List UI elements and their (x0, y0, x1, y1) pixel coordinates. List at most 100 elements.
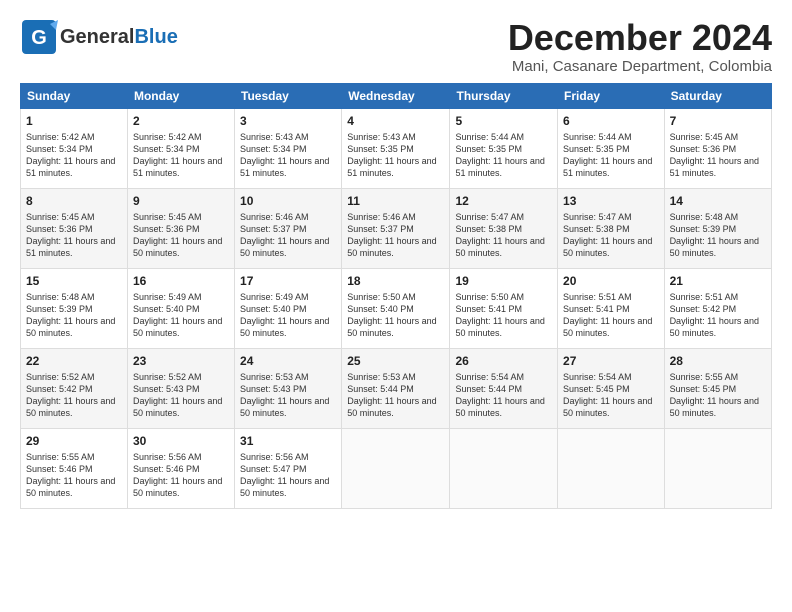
sunrise-label: Sunrise: 5:44 AM (563, 132, 632, 142)
sunset-label: Sunset: 5:39 PM (26, 304, 93, 314)
day-number: 19 (455, 273, 552, 289)
calendar-cell: 8 Sunrise: 5:45 AM Sunset: 5:36 PM Dayli… (21, 188, 128, 268)
calendar-week-row: 15 Sunrise: 5:48 AM Sunset: 5:39 PM Dayl… (21, 268, 772, 348)
daylight-label: Daylight: 11 hours and 51 minutes. (26, 236, 115, 258)
page: G General Blue December 2024 Mani, Casan… (0, 0, 792, 612)
day-number: 5 (455, 113, 552, 129)
daylight-label: Daylight: 11 hours and 50 minutes. (563, 396, 652, 418)
sunset-label: Sunset: 5:43 PM (240, 384, 307, 394)
daylight-label: Daylight: 11 hours and 50 minutes. (26, 476, 115, 498)
calendar-cell: 30 Sunrise: 5:56 AM Sunset: 5:46 PM Dayl… (127, 428, 234, 508)
calendar-subtitle: Mani, Casanare Department, Colombia (508, 58, 772, 75)
sunrise-label: Sunrise: 5:45 AM (670, 132, 739, 142)
sunset-label: Sunset: 5:34 PM (133, 144, 200, 154)
day-number: 29 (26, 433, 122, 449)
daylight-label: Daylight: 11 hours and 50 minutes. (133, 476, 222, 498)
sunset-label: Sunset: 5:38 PM (455, 224, 522, 234)
calendar-week-row: 1 Sunrise: 5:42 AM Sunset: 5:34 PM Dayli… (21, 108, 772, 188)
sunset-label: Sunset: 5:35 PM (347, 144, 414, 154)
day-number: 16 (133, 273, 229, 289)
sunrise-label: Sunrise: 5:52 AM (133, 372, 202, 382)
sunset-label: Sunset: 5:42 PM (670, 304, 737, 314)
calendar-cell: 4 Sunrise: 5:43 AM Sunset: 5:35 PM Dayli… (342, 108, 450, 188)
col-saturday: Saturday (664, 83, 771, 108)
calendar-cell: 27 Sunrise: 5:54 AM Sunset: 5:45 PM Dayl… (558, 348, 665, 428)
empty-cell (664, 428, 771, 508)
day-number: 2 (133, 113, 229, 129)
day-number: 6 (563, 113, 659, 129)
sunrise-label: Sunrise: 5:49 AM (240, 292, 309, 302)
calendar-cell: 6 Sunrise: 5:44 AM Sunset: 5:35 PM Dayli… (558, 108, 665, 188)
calendar-cell: 12 Sunrise: 5:47 AM Sunset: 5:38 PM Dayl… (450, 188, 558, 268)
calendar-cell: 10 Sunrise: 5:46 AM Sunset: 5:37 PM Dayl… (235, 188, 342, 268)
calendar-cell: 25 Sunrise: 5:53 AM Sunset: 5:44 PM Dayl… (342, 348, 450, 428)
header: G General Blue December 2024 Mani, Casan… (20, 18, 772, 75)
day-number: 18 (347, 273, 444, 289)
sunrise-label: Sunrise: 5:43 AM (240, 132, 309, 142)
sunset-label: Sunset: 5:34 PM (240, 144, 307, 154)
sunrise-label: Sunrise: 5:46 AM (347, 212, 416, 222)
sunset-label: Sunset: 5:37 PM (240, 224, 307, 234)
sunrise-label: Sunrise: 5:54 AM (455, 372, 524, 382)
sunset-label: Sunset: 5:43 PM (133, 384, 200, 394)
day-number: 3 (240, 113, 336, 129)
calendar-table: Sunday Monday Tuesday Wednesday Thursday… (20, 83, 772, 509)
daylight-label: Daylight: 11 hours and 50 minutes. (670, 396, 759, 418)
calendar-cell: 19 Sunrise: 5:50 AM Sunset: 5:41 PM Dayl… (450, 268, 558, 348)
calendar-cell: 1 Sunrise: 5:42 AM Sunset: 5:34 PM Dayli… (21, 108, 128, 188)
daylight-label: Daylight: 11 hours and 50 minutes. (26, 396, 115, 418)
daylight-label: Daylight: 11 hours and 50 minutes. (455, 316, 544, 338)
daylight-label: Daylight: 11 hours and 50 minutes. (455, 236, 544, 258)
day-number: 4 (347, 113, 444, 129)
day-number: 13 (563, 193, 659, 209)
calendar-title: December 2024 (508, 18, 772, 58)
empty-cell (342, 428, 450, 508)
sunrise-label: Sunrise: 5:42 AM (26, 132, 95, 142)
sunset-label: Sunset: 5:38 PM (563, 224, 630, 234)
calendar-cell: 13 Sunrise: 5:47 AM Sunset: 5:38 PM Dayl… (558, 188, 665, 268)
sunset-label: Sunset: 5:35 PM (455, 144, 522, 154)
daylight-label: Daylight: 11 hours and 51 minutes. (26, 156, 115, 178)
logo-icon: G (20, 18, 58, 56)
sunset-label: Sunset: 5:36 PM (26, 224, 93, 234)
calendar-cell: 7 Sunrise: 5:45 AM Sunset: 5:36 PM Dayli… (664, 108, 771, 188)
day-number: 25 (347, 353, 444, 369)
day-number: 24 (240, 353, 336, 369)
sunrise-label: Sunrise: 5:51 AM (563, 292, 632, 302)
daylight-label: Daylight: 11 hours and 50 minutes. (347, 396, 436, 418)
calendar-cell: 24 Sunrise: 5:53 AM Sunset: 5:43 PM Dayl… (235, 348, 342, 428)
calendar-cell: 28 Sunrise: 5:55 AM Sunset: 5:45 PM Dayl… (664, 348, 771, 428)
sunrise-label: Sunrise: 5:47 AM (563, 212, 632, 222)
empty-cell (558, 428, 665, 508)
calendar-cell: 5 Sunrise: 5:44 AM Sunset: 5:35 PM Dayli… (450, 108, 558, 188)
sunrise-label: Sunrise: 5:56 AM (240, 452, 309, 462)
daylight-label: Daylight: 11 hours and 50 minutes. (563, 316, 652, 338)
daylight-label: Daylight: 11 hours and 50 minutes. (240, 316, 329, 338)
sunrise-label: Sunrise: 5:46 AM (240, 212, 309, 222)
col-wednesday: Wednesday (342, 83, 450, 108)
sunset-label: Sunset: 5:35 PM (563, 144, 630, 154)
sunset-label: Sunset: 5:45 PM (670, 384, 737, 394)
empty-cell (450, 428, 558, 508)
day-number: 20 (563, 273, 659, 289)
sunset-label: Sunset: 5:40 PM (240, 304, 307, 314)
col-sunday: Sunday (21, 83, 128, 108)
daylight-label: Daylight: 11 hours and 50 minutes. (133, 236, 222, 258)
day-number: 26 (455, 353, 552, 369)
daylight-label: Daylight: 11 hours and 50 minutes. (455, 396, 544, 418)
day-number: 10 (240, 193, 336, 209)
sunset-label: Sunset: 5:47 PM (240, 464, 307, 474)
sunrise-label: Sunrise: 5:51 AM (670, 292, 739, 302)
day-number: 11 (347, 193, 444, 209)
day-number: 21 (670, 273, 766, 289)
sunrise-label: Sunrise: 5:50 AM (455, 292, 524, 302)
sunrise-label: Sunrise: 5:53 AM (347, 372, 416, 382)
calendar-cell: 3 Sunrise: 5:43 AM Sunset: 5:34 PM Dayli… (235, 108, 342, 188)
day-number: 27 (563, 353, 659, 369)
calendar-cell: 16 Sunrise: 5:49 AM Sunset: 5:40 PM Dayl… (127, 268, 234, 348)
daylight-label: Daylight: 11 hours and 50 minutes. (670, 236, 759, 258)
calendar-cell: 9 Sunrise: 5:45 AM Sunset: 5:36 PM Dayli… (127, 188, 234, 268)
sunset-label: Sunset: 5:46 PM (133, 464, 200, 474)
logo-blue-text: Blue (134, 26, 177, 49)
sunrise-label: Sunrise: 5:56 AM (133, 452, 202, 462)
